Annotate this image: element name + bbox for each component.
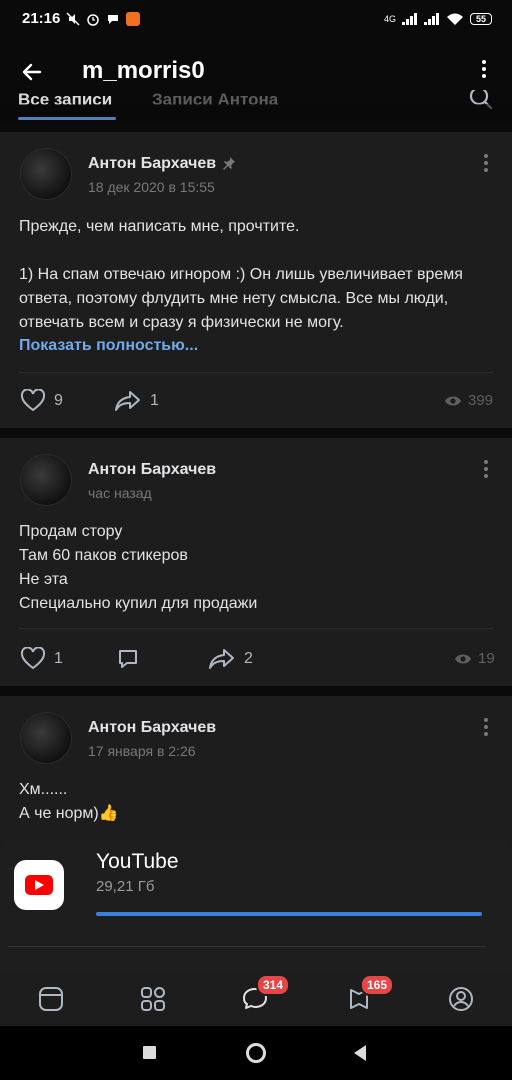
youtube-app-icon: [14, 860, 64, 910]
share-button[interactable]: 2: [208, 647, 253, 671]
divider: [19, 372, 493, 373]
mute-icon: [66, 12, 80, 26]
post-card: Антон Бархачев час назад Продам стору Та…: [0, 438, 512, 686]
views-count: 19: [478, 650, 495, 667]
post-menu-icon[interactable]: [484, 154, 488, 172]
tab-active-indicator: [18, 117, 116, 120]
post-menu-icon[interactable]: [484, 460, 488, 478]
avatar[interactable]: [20, 148, 72, 200]
post-menu-icon[interactable]: [484, 718, 488, 736]
post-author[interactable]: Антон Бархачев: [88, 461, 216, 479]
tab-profile[interactable]: [446, 984, 476, 1014]
post-text: Прежде, чем написать мне, прочтите. 1) Н…: [19, 218, 463, 331]
alarm-icon: [87, 14, 99, 26]
divider: [8, 946, 486, 947]
status-right: 4G 55: [384, 10, 492, 28]
post-text: Продам стору Там 60 паков стикеров Не эт…: [19, 523, 258, 612]
post-date[interactable]: 17 января в 2:26: [88, 743, 196, 759]
back-button[interactable]: [352, 1044, 368, 1062]
views-count: 399: [468, 392, 494, 409]
chat-notification-icon: [108, 15, 118, 24]
bottom-tab-bar: 314 165: [0, 972, 512, 1026]
avatar[interactable]: [20, 454, 72, 506]
tab-news[interactable]: [36, 984, 66, 1014]
share-count: 1: [150, 392, 159, 409]
comment-button[interactable]: [116, 647, 140, 671]
youtube-play-icon: [25, 875, 53, 895]
like-button[interactable]: 1: [20, 647, 63, 671]
recents-button[interactable]: [143, 1046, 156, 1059]
avatar[interactable]: [20, 712, 72, 764]
status-bar: 21:16 4G 55: [0, 0, 512, 40]
wifi-icon: [447, 13, 463, 25]
heart-icon: [20, 389, 46, 412]
messages-badge: 314: [256, 974, 291, 996]
share-button[interactable]: 1: [114, 389, 159, 413]
back-arrow-icon[interactable]: [20, 60, 44, 84]
post-text: Хм...... А че норм)👍: [19, 781, 119, 822]
views-counter: 19: [454, 650, 495, 667]
network-label: 4G: [383, 14, 396, 24]
tabs-fade: [0, 104, 512, 124]
home-button[interactable]: [246, 1043, 266, 1063]
services-grid-icon: [141, 987, 165, 1011]
comment-icon: [119, 650, 137, 668]
signal-icon-1: [402, 13, 417, 25]
share-count: 2: [244, 650, 253, 667]
tab-services[interactable]: [138, 984, 168, 1014]
system-navigation-bar: [0, 1026, 512, 1080]
post-author[interactable]: Антон Бархачев: [88, 155, 216, 173]
newsfeed-icon: [39, 987, 63, 1011]
clips-badge: 165: [360, 974, 395, 996]
battery-icon: 55: [470, 13, 492, 25]
notification-app-name: YouTube: [96, 850, 179, 873]
app-notification-icon: [126, 12, 140, 26]
profile-icon: [449, 987, 473, 1011]
eye-icon: [455, 654, 471, 663]
like-button[interactable]: 9: [20, 389, 63, 413]
page-title: m_morris0: [82, 57, 205, 84]
status-notification-icons: [66, 10, 140, 28]
eye-icon: [445, 396, 461, 405]
tab-messages[interactable]: 314: [240, 974, 291, 1014]
signal-icon-2: [424, 13, 439, 25]
download-notification[interactable]: [0, 840, 512, 972]
views-counter: 399: [444, 392, 493, 409]
notification-size: 29,21 Гб: [96, 878, 155, 895]
tab-clips[interactable]: 165: [344, 974, 395, 1014]
pin-icon: [223, 157, 235, 170]
heart-icon: [20, 647, 46, 670]
post-date[interactable]: час назад: [88, 485, 152, 501]
download-progress-bar: [96, 912, 482, 916]
post-date[interactable]: 18 дек 2020 в 15:55: [88, 179, 215, 195]
share-icon: [209, 649, 234, 669]
like-count: 9: [54, 392, 63, 409]
post-card: Антон Бархачев 17 января в 2:26 Хм......…: [0, 696, 512, 856]
download-progress-fill: [96, 912, 482, 916]
divider: [19, 628, 493, 629]
status-time: 21:16: [22, 10, 61, 27]
like-count: 1: [54, 650, 63, 667]
post-author[interactable]: Антон Бархачев: [88, 719, 216, 737]
share-icon: [115, 391, 140, 411]
post-card: Антон Бархачев 18 дек 2020 в 15:55 Прежд…: [0, 132, 512, 428]
show-more-link[interactable]: Показать полностью...: [19, 337, 198, 355]
more-menu-icon[interactable]: [482, 60, 486, 78]
